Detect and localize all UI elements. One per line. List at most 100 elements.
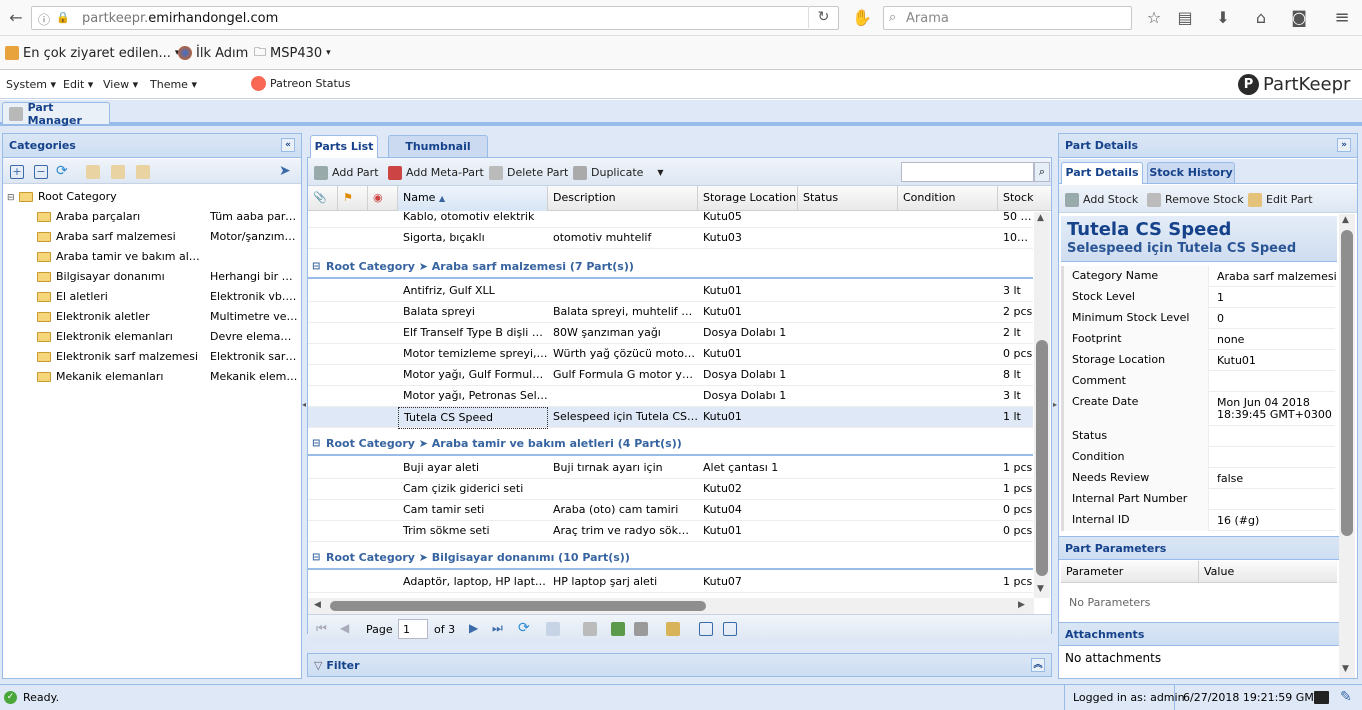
bookmark-msp430[interactable]: 🗀 MSP430 ▾ [254,44,331,62]
dropdown-arrow-icon[interactable]: ▼ [657,168,663,177]
scroll-down-icon[interactable]: ▼ [1037,584,1044,594]
column-header-parameter[interactable]: Parameter [1061,561,1199,583]
expand-all-icon[interactable]: + [10,165,24,179]
expand-up-icon[interactable]: ︽ [1031,658,1045,672]
group-header[interactable]: Root Category ➤ Araba sarf malzemesi (7 … [308,255,1033,279]
table-row[interactable]: Adaptör, laptop, HP laptop HP laptop şarj… [308,572,1033,593]
edit-category-icon[interactable] [111,165,125,179]
scroll-thumb[interactable] [1036,340,1048,576]
console-icon[interactable] [1314,691,1329,704]
scroll-up-icon[interactable]: ▲ [1342,215,1349,225]
menu-edit[interactable]: Edit ▾ [63,78,93,91]
tree-item[interactable]: Araba sarf malzemesi Motor/şanzıman yağla… [7,227,299,247]
prev-page-icon[interactable]: ◀ [340,621,349,635]
bookmark-first-step[interactable]: İlk Adım [178,44,248,62]
patreon-status-button[interactable]: Patreon Status [251,76,351,91]
tree-item[interactable]: Bilgisayar donanımı Herhangi bir yere ait [7,267,299,287]
meta-column-icon[interactable]: ◉ [368,186,398,211]
url-bar[interactable]: ⓘ 🔒 partkeepr.emirhandongel.com ↻ [31,6,839,30]
tab-part-manager[interactable]: Part Manager [2,101,110,127]
add-filter-icon[interactable] [611,622,625,636]
table-row[interactable]: Motor yağı, Gulf Formula G Gulf Formula G… [308,365,1033,386]
bookmark-most-visited[interactable]: En çok ziyaret edilen...▾ [5,44,179,62]
filter-icon[interactable] [634,622,648,636]
add-category-icon[interactable] [86,165,100,179]
scroll-left-icon[interactable]: ◀ [314,600,321,610]
collapse-right-icon[interactable]: » [1337,138,1351,152]
table-row[interactable]: Antifriz, Gulf XLL Kutu01 3 lt [308,281,1033,302]
table-row[interactable]: Balata spreyi Balata spreyi, muhtelif mar… [308,302,1033,323]
column-header-value[interactable]: Value [1199,561,1337,583]
column-header-storage-location[interactable]: Storage Location [698,186,798,211]
hamburger-menu-icon[interactable]: ≡ [1330,6,1354,30]
table-row[interactable]: Tutela CS Speed Selespeed için Tutela CS … [308,407,1033,429]
table-row[interactable]: Cam çizik giderici seti Kutu02 1 pcs [308,479,1033,500]
table-row[interactable]: Cam tamir seti Araba (oto) cam tamiri Kutu… [308,500,1033,521]
attachment-column-icon[interactable]: 📎 [308,186,338,211]
scroll-down-icon[interactable]: ▼ [1342,664,1349,674]
info-icon[interactable]: ⓘ [38,11,50,28]
extension-icon[interactable]: ✋ [850,6,874,30]
table-row[interactable]: Elf Tranself Type B dişli yağı 80W şanzım… [308,323,1033,344]
home-icon[interactable]: ⌂ [1249,6,1273,30]
reload-icon[interactable]: ↻ [808,6,838,28]
columns-icon[interactable] [583,622,597,636]
tree-item[interactable]: El aletleri Elektronik vb. hariç [7,287,299,307]
flag-column-icon[interactable]: ⚑ [338,186,368,211]
table-row[interactable]: Sigorta, bıçaklı otomotiv muhtelif Kutu03 1… [308,228,1033,249]
hscroll-thumb[interactable] [330,601,706,611]
column-header-condition[interactable]: Condition [898,186,998,211]
details-vertical-scrollbar[interactable]: ▲ ▼ [1339,214,1355,678]
scroll-right-icon[interactable]: ▶ [1018,600,1025,610]
browser-search-field[interactable]: ⌕ Arama [883,6,1132,30]
table-row[interactable]: Buji ayar aleti Buji tırnak ayarı için Ale… [308,458,1033,479]
parts-search-input[interactable] [901,162,1034,182]
collapse-all-icon[interactable]: − [34,165,48,179]
first-page-icon[interactable]: ⏮ [316,621,327,636]
delete-category-icon[interactable] [136,165,150,179]
collapse-icon[interactable]: ⊟ [7,188,15,208]
next-page-icon[interactable]: ▶ [469,621,478,635]
tree-item[interactable]: Araba parçaları Tüm aaba parçaları [7,207,299,227]
tree-item[interactable]: Elektronik sarf malzemesi Elektronik sarf… [7,347,299,367]
scroll-thumb[interactable] [1341,230,1353,536]
menu-view[interactable]: View ▾ [103,78,138,91]
bookmark-star-icon[interactable]: ☆ [1142,6,1166,30]
tree-item[interactable]: Elektronik elemanları Devre elemanları [7,327,299,347]
group-header[interactable]: Root Category ➤ Bilgisayar donanımı (10 … [308,546,1033,570]
table-row[interactable]: Trim sökme seti Araç trim ve radyo sökme … [308,521,1033,542]
refresh-icon[interactable]: ⟳ [518,620,530,636]
horizontal-scrollbar[interactable]: ◀ ▶ [308,598,1034,614]
expand-groups-icon[interactable] [699,622,713,636]
page-number-input[interactable]: 1 [398,619,428,639]
filter-panel-header[interactable]: ▽ Filter ︽ [307,653,1052,677]
insecure-lock-icon[interactable]: 🔒 [56,11,70,24]
tab-thumbnail-view[interactable]: Thumbnail View [388,135,488,174]
download-icon[interactable]: ⬇ [1211,6,1235,30]
add-stock-button[interactable]: Add Stock [1065,191,1138,208]
menu-theme[interactable]: Theme ▾ [150,78,197,91]
add-meta-part-button[interactable]: Add Meta-Part [388,164,484,181]
refresh-icon[interactable]: ⟳ [56,163,68,179]
tree-item[interactable]: Araba tamir ve bakım aletleri [7,247,299,267]
group-header[interactable]: Root Category ➤ Araba tamir ve bakım ale… [308,432,1033,456]
scroll-up-icon[interactable]: ▲ [1037,213,1044,223]
edit-pen-icon[interactable]: ✎ [1340,689,1352,705]
tree-item[interactable]: Elektronik aletler Multimetre ve benzeri [7,307,299,327]
column-header-description[interactable]: Description [548,186,698,211]
tab-stock-history[interactable]: Stock History [1147,162,1235,183]
table-row[interactable]: Motor temizleme spreyi, Würth Würth yağ ç… [308,344,1033,365]
duplicate-button[interactable]: Duplicate ▼ [573,164,664,181]
column-header-status[interactable]: Status [798,186,898,211]
last-page-icon[interactable]: ⏭ [492,621,503,636]
sync-selection-icon[interactable]: ➤ [279,163,291,179]
report-icon[interactable] [666,622,680,636]
menu-system[interactable]: System ▾ [6,78,56,91]
tab-parts-list[interactable]: Parts List [310,135,378,158]
back-icon[interactable]: ← [4,6,28,30]
delete-part-button[interactable]: Delete Part [489,164,568,181]
tab-part-details[interactable]: Part Details [1061,162,1143,184]
table-row[interactable]: Kablo, otomotiv elektrik Kutu05 50 pcs [308,212,1033,228]
export-icon[interactable] [546,622,560,636]
collapse-groups-icon[interactable] [723,622,737,636]
